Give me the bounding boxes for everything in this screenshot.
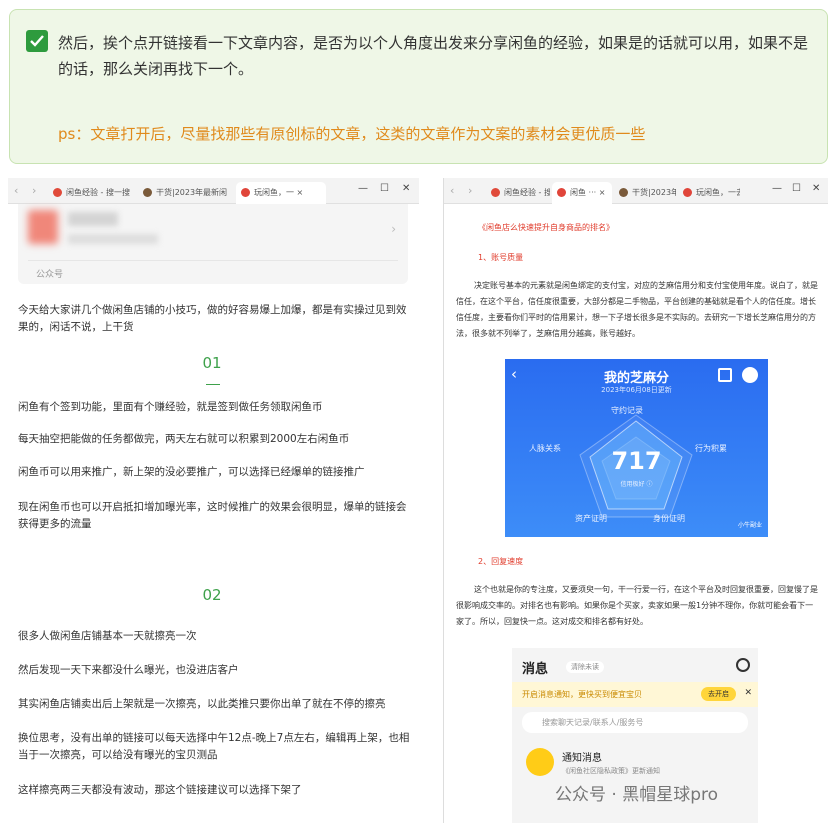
- right-browser-window: ‹ › 闲鱼经验 - 搜 闲鱼 ··· × 干货|2023年 玩闲鱼，一去 — …: [443, 178, 828, 823]
- refresh-icon: [742, 367, 758, 383]
- section-number: 01: [202, 354, 222, 372]
- blurred-name: [68, 212, 118, 226]
- paragraph: 这样擦亮两三天都没有波动，那这个链接建议可以选择下架了: [18, 784, 302, 796]
- forward-icon[interactable]: ›: [32, 184, 36, 197]
- paragraph: 换位思考，没有出单的链接可以每天选择中午12点-晚上7点左右，编辑再上架，也相当…: [18, 732, 410, 761]
- paragraph: 其实闲鱼店铺卖出后上架就是一次擦亮，以此类推只要你出单了就在不停的擦亮: [18, 698, 386, 710]
- paragraph: 这个也就是你的专注度，又要须臾一句，干一行爱一行，在这个平台及时回复很重要，回复…: [456, 585, 818, 626]
- paragraph: 决定账号基本的元素就是闲鱼绑定的支付宝，对应的芝麻信用分和支付宝使用年度。说白了…: [456, 281, 818, 338]
- paragraph: 闲鱼有个签到功能，里面有个赚经验，就是签到做任务领取闲鱼币: [18, 401, 323, 413]
- favicon-icon: [619, 188, 628, 197]
- tip-text: 然后，挨个点开链接看一下文章内容，是否为以个人角度出发来分享闲鱼的经验，如果是的…: [58, 34, 809, 78]
- tab-label: 玩闲鱼，一去: [696, 188, 740, 197]
- tab-bar: ‹ › 闲鱼经验 - 搜 闲鱼 ··· × 干货|2023年 玩闲鱼，一去 — …: [444, 178, 828, 204]
- favicon-icon: [241, 188, 250, 197]
- tip-box: 然后，挨个点开链接看一下文章内容，是否为以个人角度出发来分享闲鱼的经验，如果是的…: [9, 9, 828, 164]
- notice-text: 开启消息通知，更快买到便宜宝贝: [522, 690, 642, 699]
- section-heading: 1、账号质量: [478, 253, 524, 262]
- zhima-credit-screenshot: ‹ 我的芝麻分 2023年06月08日更新 守约记录 人脉关系 行为积累 717…: [505, 359, 768, 537]
- clear-unread: 清除未读: [566, 661, 604, 673]
- favicon-icon: [53, 188, 62, 197]
- close-icon[interactable]: ✕: [812, 183, 820, 194]
- avatar: [28, 210, 58, 244]
- tab-article[interactable]: 玩闲鱼，一去: [678, 182, 740, 204]
- zhima-date: 2023年06月08日更新: [601, 386, 672, 394]
- left-browser-window: ‹ › 闲鱼经验 - 搜一搜 干货|2023年最新闲 玩闲鱼，一 × — ☐ ✕…: [8, 178, 419, 823]
- back-icon[interactable]: ‹: [14, 184, 18, 197]
- label-identity: 身份证明: [653, 514, 685, 523]
- enable-button: 去开启: [701, 687, 736, 701]
- favicon-icon: [557, 188, 566, 197]
- maximize-icon[interactable]: ☐: [792, 183, 801, 194]
- tab-article-2023[interactable]: 干货|2023年: [614, 182, 676, 204]
- minimize-icon[interactable]: —: [358, 183, 368, 194]
- tab-label: 玩闲鱼，一: [254, 188, 294, 197]
- search-input: 搜索聊天记录/联系人/服务号: [522, 712, 748, 733]
- image-watermark: 小牛副业: [737, 522, 762, 529]
- checkbox-icon: [26, 30, 48, 52]
- tab-bar: ‹ › 闲鱼经验 - 搜一搜 干货|2023年最新闲 玩闲鱼，一 × — ☐ ✕: [8, 178, 419, 204]
- card-source: 公众号: [36, 270, 64, 280]
- paragraph: 然后发现一天下来都没什么曝光，也没进店客户: [18, 664, 239, 676]
- section-heading: 2、回复速度: [478, 557, 524, 566]
- maximize-icon[interactable]: ☐: [380, 183, 389, 194]
- report-icon: [718, 368, 732, 382]
- tab-label: 闲鱼: [570, 188, 586, 197]
- tab-article-2023[interactable]: 干货|2023年最新闲: [138, 182, 234, 204]
- close-icon[interactable]: ✕: [402, 183, 410, 194]
- favicon-icon: [683, 188, 692, 197]
- credit-grade: 信用极好 ⓘ: [620, 481, 653, 488]
- tab-label: 干货|2023年最新闲: [156, 188, 228, 197]
- minimize-icon[interactable]: —: [772, 183, 782, 194]
- section-divider: [206, 384, 220, 385]
- blurred-desc: [68, 234, 158, 244]
- tip-ps: ps：文章打开后，尽量找那些有原创标的文章，这类的文章作为文案的素材会更优质一些: [58, 125, 646, 143]
- chevron-right-icon: ›: [391, 222, 396, 236]
- item-subtitle: 《闲鱼社区隐私政策》更新通知: [562, 767, 660, 775]
- tab-search[interactable]: 闲鱼经验 - 搜一搜: [48, 182, 136, 204]
- label-contract: 守约记录: [611, 406, 643, 415]
- tab-active[interactable]: 闲鱼 ··· ×: [552, 182, 612, 204]
- label-assets: 资产证明: [575, 514, 607, 523]
- msg-title: 消息: [522, 662, 549, 677]
- paragraph: 现在闲鱼币也可以开启抵扣增加曝光率，这时候推广的效果会很明显，爆单的链接会获得更…: [18, 501, 407, 530]
- paragraph: 每天抽空把能做的任务都做完，两天左右就可以积累到2000左右闲鱼币: [18, 433, 350, 445]
- close-icon: ✕: [744, 688, 752, 698]
- paragraph: 很多人做闲鱼店铺基本一天就擦亮一次: [18, 630, 197, 642]
- tab-label: 干货|2023年: [632, 188, 676, 197]
- tab-active[interactable]: 玩闲鱼，一 ×: [236, 182, 326, 204]
- notice-bar: 开启消息通知，更快买到便宜宝贝 去开启 ✕: [512, 682, 758, 707]
- notification-icon: [526, 748, 554, 776]
- back-icon[interactable]: ‹: [450, 184, 454, 197]
- favicon-icon: [491, 188, 500, 197]
- intro-paragraph: 今天给大家讲几个做闲鱼店铺的小技巧，做的好容易爆上加爆，都是有实操过见到效果的，…: [18, 304, 407, 333]
- favicon-icon: [143, 188, 152, 197]
- article-heading: 《闲鱼店么快速提升自身商品的排名》: [478, 223, 614, 232]
- tab-label: 闲鱼经验 - 搜一搜: [66, 188, 130, 197]
- account-card[interactable]: › 公众号: [18, 204, 408, 284]
- forward-icon[interactable]: ›: [468, 184, 472, 197]
- tab-label: 闲鱼经验 - 搜: [504, 188, 550, 197]
- wechat-watermark: 公众号 · 黑帽星球pro: [555, 785, 719, 805]
- credit-score: 717: [611, 447, 662, 475]
- divider: [28, 260, 398, 261]
- paragraph: 闲鱼币可以用来推广，新上架的没必要推广，可以选择已经爆单的链接推广: [18, 466, 365, 478]
- settings-icon: [736, 658, 750, 672]
- item-title: 通知消息: [562, 753, 602, 764]
- tab-search[interactable]: 闲鱼经验 - 搜: [486, 182, 550, 204]
- section-number: 02: [202, 586, 222, 604]
